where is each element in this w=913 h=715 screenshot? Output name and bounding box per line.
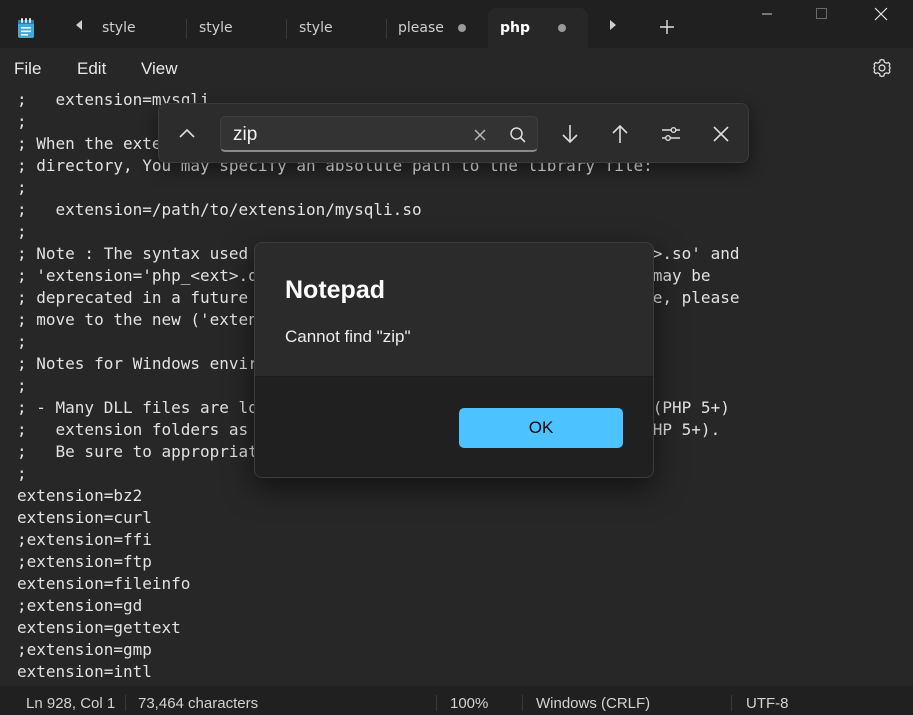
- tab-label: php: [500, 20, 531, 36]
- tab-php[interactable]: php: [488, 8, 588, 48]
- tab-style-3[interactable]: style: [287, 8, 387, 48]
- menu-view[interactable]: View: [141, 59, 178, 79]
- dialog-message: Cannot find "zip": [285, 327, 411, 346]
- status-encoding[interactable]: UTF-8: [746, 695, 789, 712]
- editor-line: ;: [17, 178, 27, 197]
- unsaved-dot-icon: [558, 24, 566, 32]
- tab-label: please: [398, 20, 444, 36]
- ok-button[interactable]: OK: [459, 408, 623, 448]
- status-divider: [731, 695, 732, 711]
- editor-line: ;extension=gd: [17, 596, 143, 615]
- close-icon[interactable]: [858, 0, 904, 30]
- maximize-icon[interactable]: [798, 0, 844, 30]
- menu-bar: File Edit View: [0, 48, 913, 88]
- tab-label: style: [102, 20, 136, 36]
- clear-x-icon[interactable]: [468, 123, 492, 147]
- editor-line: extension=intl: [17, 662, 152, 681]
- status-divider: [436, 695, 437, 711]
- status-zoom[interactable]: 100%: [450, 695, 488, 712]
- editor-line: ;: [17, 222, 27, 241]
- editor-line: ;extension=gmp: [17, 640, 152, 659]
- editor-line: ;extension=ftp: [17, 552, 152, 571]
- find-input[interactable]: [231, 123, 455, 147]
- status-position[interactable]: Ln 928, Col 1: [26, 695, 115, 712]
- close-icon[interactable]: [709, 122, 733, 146]
- gear-icon[interactable]: [871, 57, 893, 79]
- sliders-icon[interactable]: [659, 122, 683, 146]
- menu-file[interactable]: File: [14, 59, 41, 79]
- tab-style-1[interactable]: style: [90, 8, 187, 48]
- tab-label: style: [299, 20, 333, 36]
- editor-line: extension=bz2: [17, 486, 143, 505]
- editor-line: ; extension=/path/to/extension/mysqli.so: [17, 200, 422, 219]
- find-bar: [158, 103, 749, 163]
- tab-please[interactable]: please: [386, 8, 486, 48]
- title-bar: style style style please php: [0, 0, 913, 48]
- arrow-up-icon[interactable]: [608, 122, 632, 146]
- editor-line: extension=gettext: [17, 618, 181, 637]
- status-divider: [522, 695, 523, 711]
- unsaved-dot-icon: [458, 24, 466, 32]
- search-icon[interactable]: [506, 123, 530, 147]
- editor-line: extension=fileinfo: [17, 574, 191, 593]
- status-characters: 73,464 characters: [138, 695, 259, 712]
- status-line-ending[interactable]: Windows (CRLF): [536, 695, 650, 712]
- dialog-footer: OK: [255, 376, 653, 477]
- notepad-icon: [18, 18, 34, 38]
- find-input-box: [220, 116, 538, 152]
- minimize-icon[interactable]: [744, 0, 790, 30]
- notepad-dialog: Notepad Cannot find "zip" OK: [254, 242, 654, 478]
- plus-icon[interactable]: [656, 16, 678, 38]
- tab-label: style: [199, 20, 233, 36]
- editor-line: ;extension=ffi: [17, 530, 152, 549]
- tab-style-2[interactable]: style: [187, 8, 287, 48]
- caret-right-icon[interactable]: [606, 18, 620, 32]
- arrow-down-icon[interactable]: [558, 122, 582, 146]
- caret-left-icon[interactable]: [72, 18, 86, 32]
- chevron-up-icon[interactable]: [175, 122, 199, 146]
- menu-edit[interactable]: Edit: [77, 59, 106, 79]
- editor-line: extension=curl: [17, 508, 152, 527]
- dialog-title: Notepad: [285, 276, 385, 304]
- status-divider: [125, 695, 126, 711]
- status-bar: Ln 928, Col 1 73,464 characters 100% Win…: [0, 686, 913, 715]
